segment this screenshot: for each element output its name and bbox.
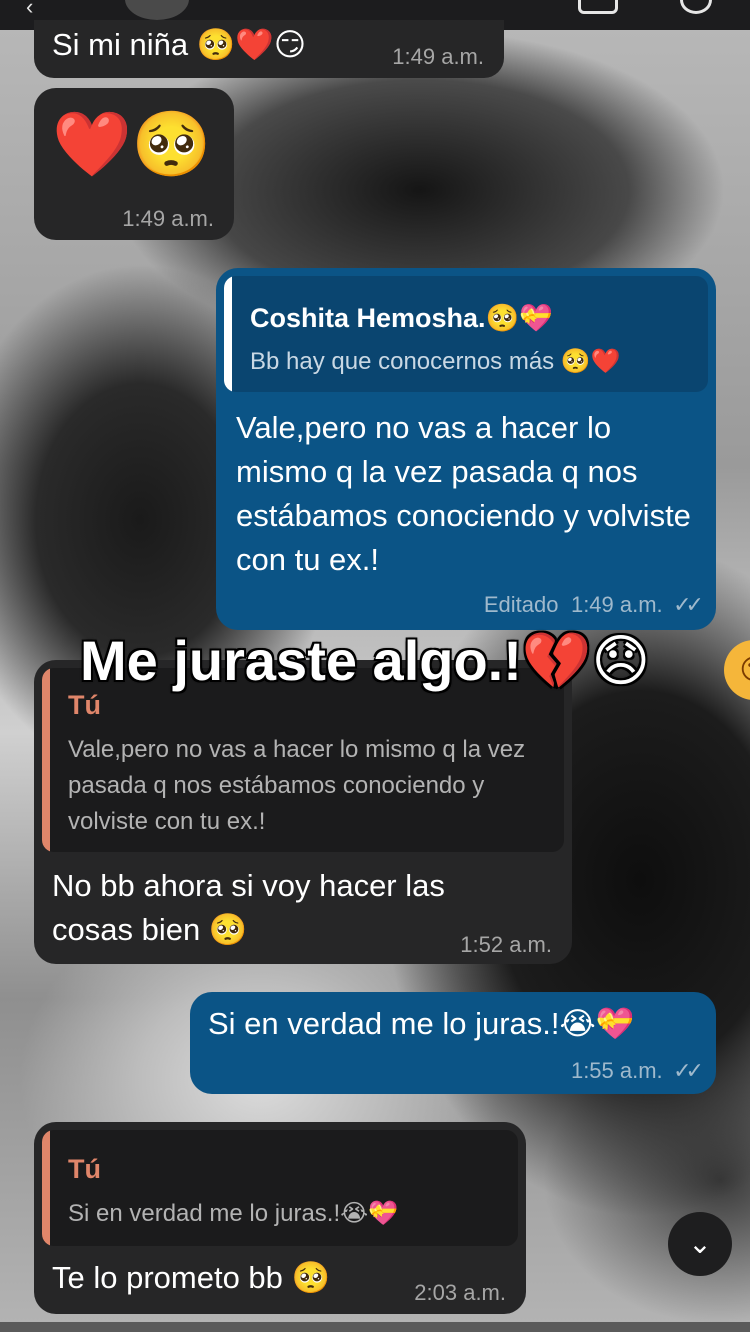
incoming-message[interactable]: Si mi niña 🥺❤️😏 1:49 a.m. xyxy=(34,20,504,78)
quoted-reply[interactable]: Tú Vale,pero no vas a hacer lo mismo q l… xyxy=(42,668,564,852)
outgoing-message[interactable]: Coshita Hemosha.🥺💝 Bb hay que conocernos… xyxy=(216,268,716,630)
message-time: 1:49 a.m. xyxy=(570,592,663,617)
voice-call-icon[interactable] xyxy=(680,0,712,14)
quoted-author: Coshita Hemosha.🥺💝 xyxy=(250,303,553,333)
incoming-message[interactable]: Tú Si en verdad me lo juras.!😭💝 Te lo pr… xyxy=(34,1122,526,1314)
overlay-caption: Me juraste algo.!💔😞 xyxy=(80,629,650,692)
message-time: 2:03 a.m. xyxy=(414,1280,506,1305)
chevron-down-icon: ⌄ xyxy=(688,1228,712,1259)
scroll-to-bottom-button[interactable]: ⌄ xyxy=(668,1212,732,1276)
back-arrow-icon[interactable]: ‹ xyxy=(26,0,33,20)
message-text: Vale,pero no vas a hacer lo mismo q la v… xyxy=(236,410,691,577)
edited-label: Editado xyxy=(483,592,559,617)
message-text: Si en verdad me lo juras.!😭💝 xyxy=(208,1006,635,1041)
quoted-text: Vale,pero no vas a hacer lo mismo q la v… xyxy=(68,736,526,835)
message-text: No bb ahora si voy hacer las cosas bien … xyxy=(52,868,445,947)
outgoing-message[interactable]: Si en verdad me lo juras.!😭💝 1:55 a.m. ✓… xyxy=(190,992,716,1094)
read-receipt-icon: ✓✓ xyxy=(673,1058,704,1083)
message-text: Si mi niña 🥺❤️😏 xyxy=(52,27,307,62)
quoted-text: Si en verdad me lo juras.!😭💝 xyxy=(68,1200,399,1227)
quoted-author: Tú xyxy=(68,1154,101,1184)
contact-avatar[interactable] xyxy=(125,0,189,20)
message-time: 1:55 a.m. xyxy=(570,1058,663,1083)
message-meta: Editado 1:49 a.m. ✓✓ xyxy=(483,592,704,618)
message-meta: 1:55 a.m. ✓✓ xyxy=(570,1058,704,1084)
read-receipt-icon: ✓✓ xyxy=(673,592,704,617)
incoming-message[interactable]: ❤️🥺 1:49 a.m. xyxy=(34,88,234,240)
message-time: 1:49 a.m. xyxy=(122,206,214,231)
quoted-reply[interactable]: Coshita Hemosha.🥺💝 Bb hay que conocernos… xyxy=(224,276,708,392)
message-text: Te lo prometo bb 🥺 xyxy=(52,1260,331,1295)
quote-accent-bar xyxy=(224,276,232,392)
video-call-icon[interactable] xyxy=(578,0,618,14)
quoted-author: Tú xyxy=(68,690,101,720)
incoming-message[interactable]: Tú Vale,pero no vas a hacer lo mismo q l… xyxy=(34,660,572,964)
quoted-reply[interactable]: Tú Si en verdad me lo juras.!😭💝 xyxy=(42,1130,518,1246)
quoted-text: Bb hay que conocernos más 🥺❤️ xyxy=(250,348,621,375)
bottom-edge xyxy=(0,1322,750,1332)
quote-accent-bar xyxy=(42,668,50,852)
message-time: 1:49 a.m. xyxy=(392,44,484,69)
message-time: 1:52 a.m. xyxy=(460,932,552,957)
quote-accent-bar xyxy=(42,1130,50,1246)
message-text: ❤️🥺 xyxy=(52,108,212,180)
